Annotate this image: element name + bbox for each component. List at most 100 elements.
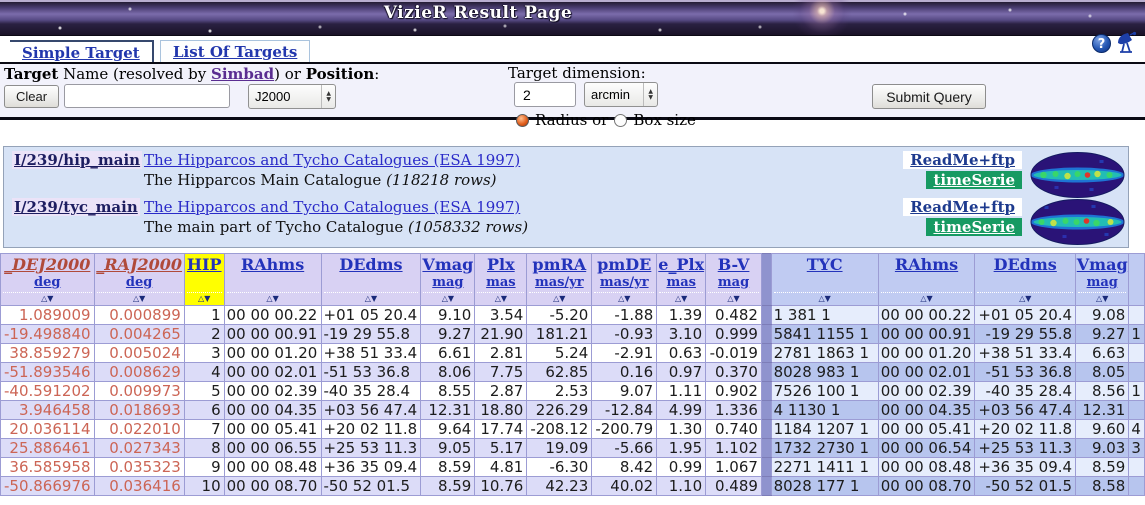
simbad-link[interactable]: Simbad: [211, 65, 274, 83]
sort-arrows-icon[interactable]: △▼: [708, 292, 759, 305]
box-size-radio[interactable]: [614, 114, 627, 127]
column-unit-link[interactable]: mas/yr: [600, 275, 649, 290]
sort-arrows-icon[interactable]: △▼: [977, 292, 1073, 305]
column-header-b-v: B-Vmag △▼: [706, 254, 762, 306]
column-label-link[interactable]: e_Plx: [658, 255, 704, 274]
column-label-link[interactable]: pmDE: [597, 255, 651, 274]
cell: 00 00 04.35: [224, 401, 321, 420]
column-unit-link[interactable]: deg: [126, 275, 152, 290]
tab-list-of-targets[interactable]: List Of Targets: [160, 40, 310, 62]
cell: 42.23: [527, 477, 592, 496]
help-question-icon[interactable]: ?: [1092, 34, 1111, 53]
catalogues-panel: I/239/hip_main The Hipparcos and Tycho C…: [3, 146, 1129, 248]
column-label-link[interactable]: pmRA: [532, 255, 586, 274]
column-unit-link[interactable]: mag: [1087, 275, 1118, 290]
sort-arrows-icon[interactable]: △▼: [324, 292, 419, 305]
cell: 0.902: [706, 382, 762, 401]
sort-arrows-icon[interactable]: △▼: [1078, 292, 1126, 305]
cell: [1129, 344, 1145, 363]
clear-button[interactable]: Clear: [4, 85, 59, 108]
catalogue-rowcount: (1058332 rows): [408, 218, 528, 236]
timeserie-label[interactable]: timeSerie: [933, 218, 1015, 236]
table-divider-cell: [761, 439, 771, 458]
column-unit-link[interactable]: mas: [666, 275, 696, 290]
timeserie-label[interactable]: timeSerie: [933, 171, 1015, 189]
sort-arrows-icon[interactable]: △▼: [774, 292, 876, 305]
readme-ftp-label[interactable]: ReadMe+ftp: [910, 151, 1015, 169]
catalogue-title-link[interactable]: The Hipparcos and Tycho Catalogues (ESA …: [144, 198, 520, 216]
unit-select[interactable]: arcmin ▲▼: [584, 82, 658, 107]
cell: 00 00 02.39: [224, 382, 321, 401]
colon-text: :: [374, 65, 379, 83]
sort-arrows-icon[interactable]: △▼: [97, 292, 182, 305]
column-label-link[interactable]: _DEJ2000: [4, 255, 90, 274]
readme-ftp-button[interactable]: ReadMe+ftp: [903, 198, 1022, 216]
sort-arrows-icon[interactable]: △▼: [423, 292, 472, 305]
cell: 4.99: [657, 401, 706, 420]
cell: -6.30: [527, 458, 592, 477]
column-label-link[interactable]: Plx: [487, 255, 515, 274]
vizier-result-page: VizieR Result Page ? Simple Target List …: [0, 0, 1145, 505]
column-unit-link[interactable]: mag: [718, 275, 749, 290]
sort-arrows-icon[interactable]: △▼: [187, 292, 222, 305]
header-row: _DEJ2000deg△▼_RAJ2000deg△▼HIP△▼RAhms△▼DE…: [1, 254, 1145, 306]
catalogue-id-link[interactable]: I/239/tyc_main: [12, 198, 140, 216]
column-unit-link[interactable]: deg: [34, 275, 60, 290]
column-label-link[interactable]: DEdms: [994, 255, 1057, 274]
spinner-icon[interactable]: ▲▼: [321, 85, 335, 108]
spinner-icon[interactable]: ▲▼: [643, 83, 657, 106]
cell: 6: [184, 401, 224, 420]
column-label-link[interactable]: RAhms: [895, 255, 958, 274]
column-unit-link[interactable]: mag: [432, 275, 463, 290]
cell: -40 35 28.4: [321, 382, 421, 401]
cell: +36 35 09.4: [975, 458, 1076, 477]
sort-arrows-icon[interactable]: △▼: [227, 292, 319, 305]
timeserie-button[interactable]: timeSerie: [926, 171, 1022, 189]
column-unit-link[interactable]: mas: [486, 275, 516, 290]
table-row: -40.5912020.009973500 00 02.39-40 35 28.…: [1, 382, 1145, 401]
cell: -50 52 01.5: [321, 477, 421, 496]
tab-simple-target-label[interactable]: Simple Target: [22, 44, 140, 62]
sort-arrows-icon[interactable]: △▼: [659, 292, 703, 305]
sky-coverage-map[interactable]: [1028, 199, 1128, 245]
cell: 8.58: [1076, 477, 1129, 496]
cell: 5: [184, 382, 224, 401]
column-label-link[interactable]: DEdms: [339, 255, 402, 274]
cell: +20 02 11.8: [975, 420, 1076, 439]
cell: -19 29 55.8: [321, 325, 421, 344]
catalogue-id-link[interactable]: I/239/hip_main: [12, 151, 142, 169]
sort-arrows-icon[interactable]: △▼: [594, 292, 654, 305]
column-label-link[interactable]: RAhms: [241, 255, 304, 274]
catalogue-title-link[interactable]: The Hipparcos and Tycho Catalogues (ESA …: [144, 151, 520, 169]
sort-arrows-icon[interactable]: △▼: [477, 292, 524, 305]
cutoff-column-header: [1129, 254, 1145, 306]
sort-arrows-icon[interactable]: △▼: [529, 292, 589, 305]
satellite-dish-icon[interactable]: [1115, 31, 1139, 55]
tab-simple-target[interactable]: Simple Target: [10, 40, 154, 62]
target-dimension-input[interactable]: [514, 82, 576, 107]
table-row: 25.8864610.027343800 00 06.55+25 53 11.3…: [1, 439, 1145, 458]
column-label-link[interactable]: HIP: [187, 255, 222, 274]
radius-radio[interactable]: [516, 114, 529, 127]
cell: 00 00 00.22: [224, 306, 321, 325]
target-name-input[interactable]: [64, 84, 230, 108]
cell: 00 00 06.55: [224, 439, 321, 458]
column-unit-link[interactable]: mas/yr: [535, 275, 584, 290]
cell: +25 53 11.3: [321, 439, 421, 458]
column-label-link[interactable]: B-V: [718, 255, 750, 274]
tab-list-of-targets-label[interactable]: List Of Targets: [173, 43, 297, 61]
equinox-select[interactable]: J2000 ▲▼: [248, 84, 336, 109]
column-label-link[interactable]: _RAJ2000: [96, 255, 182, 274]
cell: 40.02: [592, 477, 657, 496]
column-label-link[interactable]: TYC: [807, 255, 843, 274]
readme-ftp-button[interactable]: ReadMe+ftp: [903, 151, 1022, 169]
sort-arrows-icon[interactable]: △▼: [881, 292, 973, 305]
column-label-link[interactable]: Vmag: [1077, 255, 1128, 274]
column-label-link[interactable]: Vmag: [422, 255, 473, 274]
readme-ftp-label[interactable]: ReadMe+ftp: [910, 198, 1015, 216]
box-size-radio-label: Box size: [633, 111, 696, 129]
submit-query-button[interactable]: Submit Query: [872, 84, 986, 109]
sky-coverage-map[interactable]: [1028, 152, 1128, 198]
sort-arrows-icon[interactable]: △▼: [3, 292, 92, 305]
timeserie-button[interactable]: timeSerie: [926, 218, 1022, 236]
